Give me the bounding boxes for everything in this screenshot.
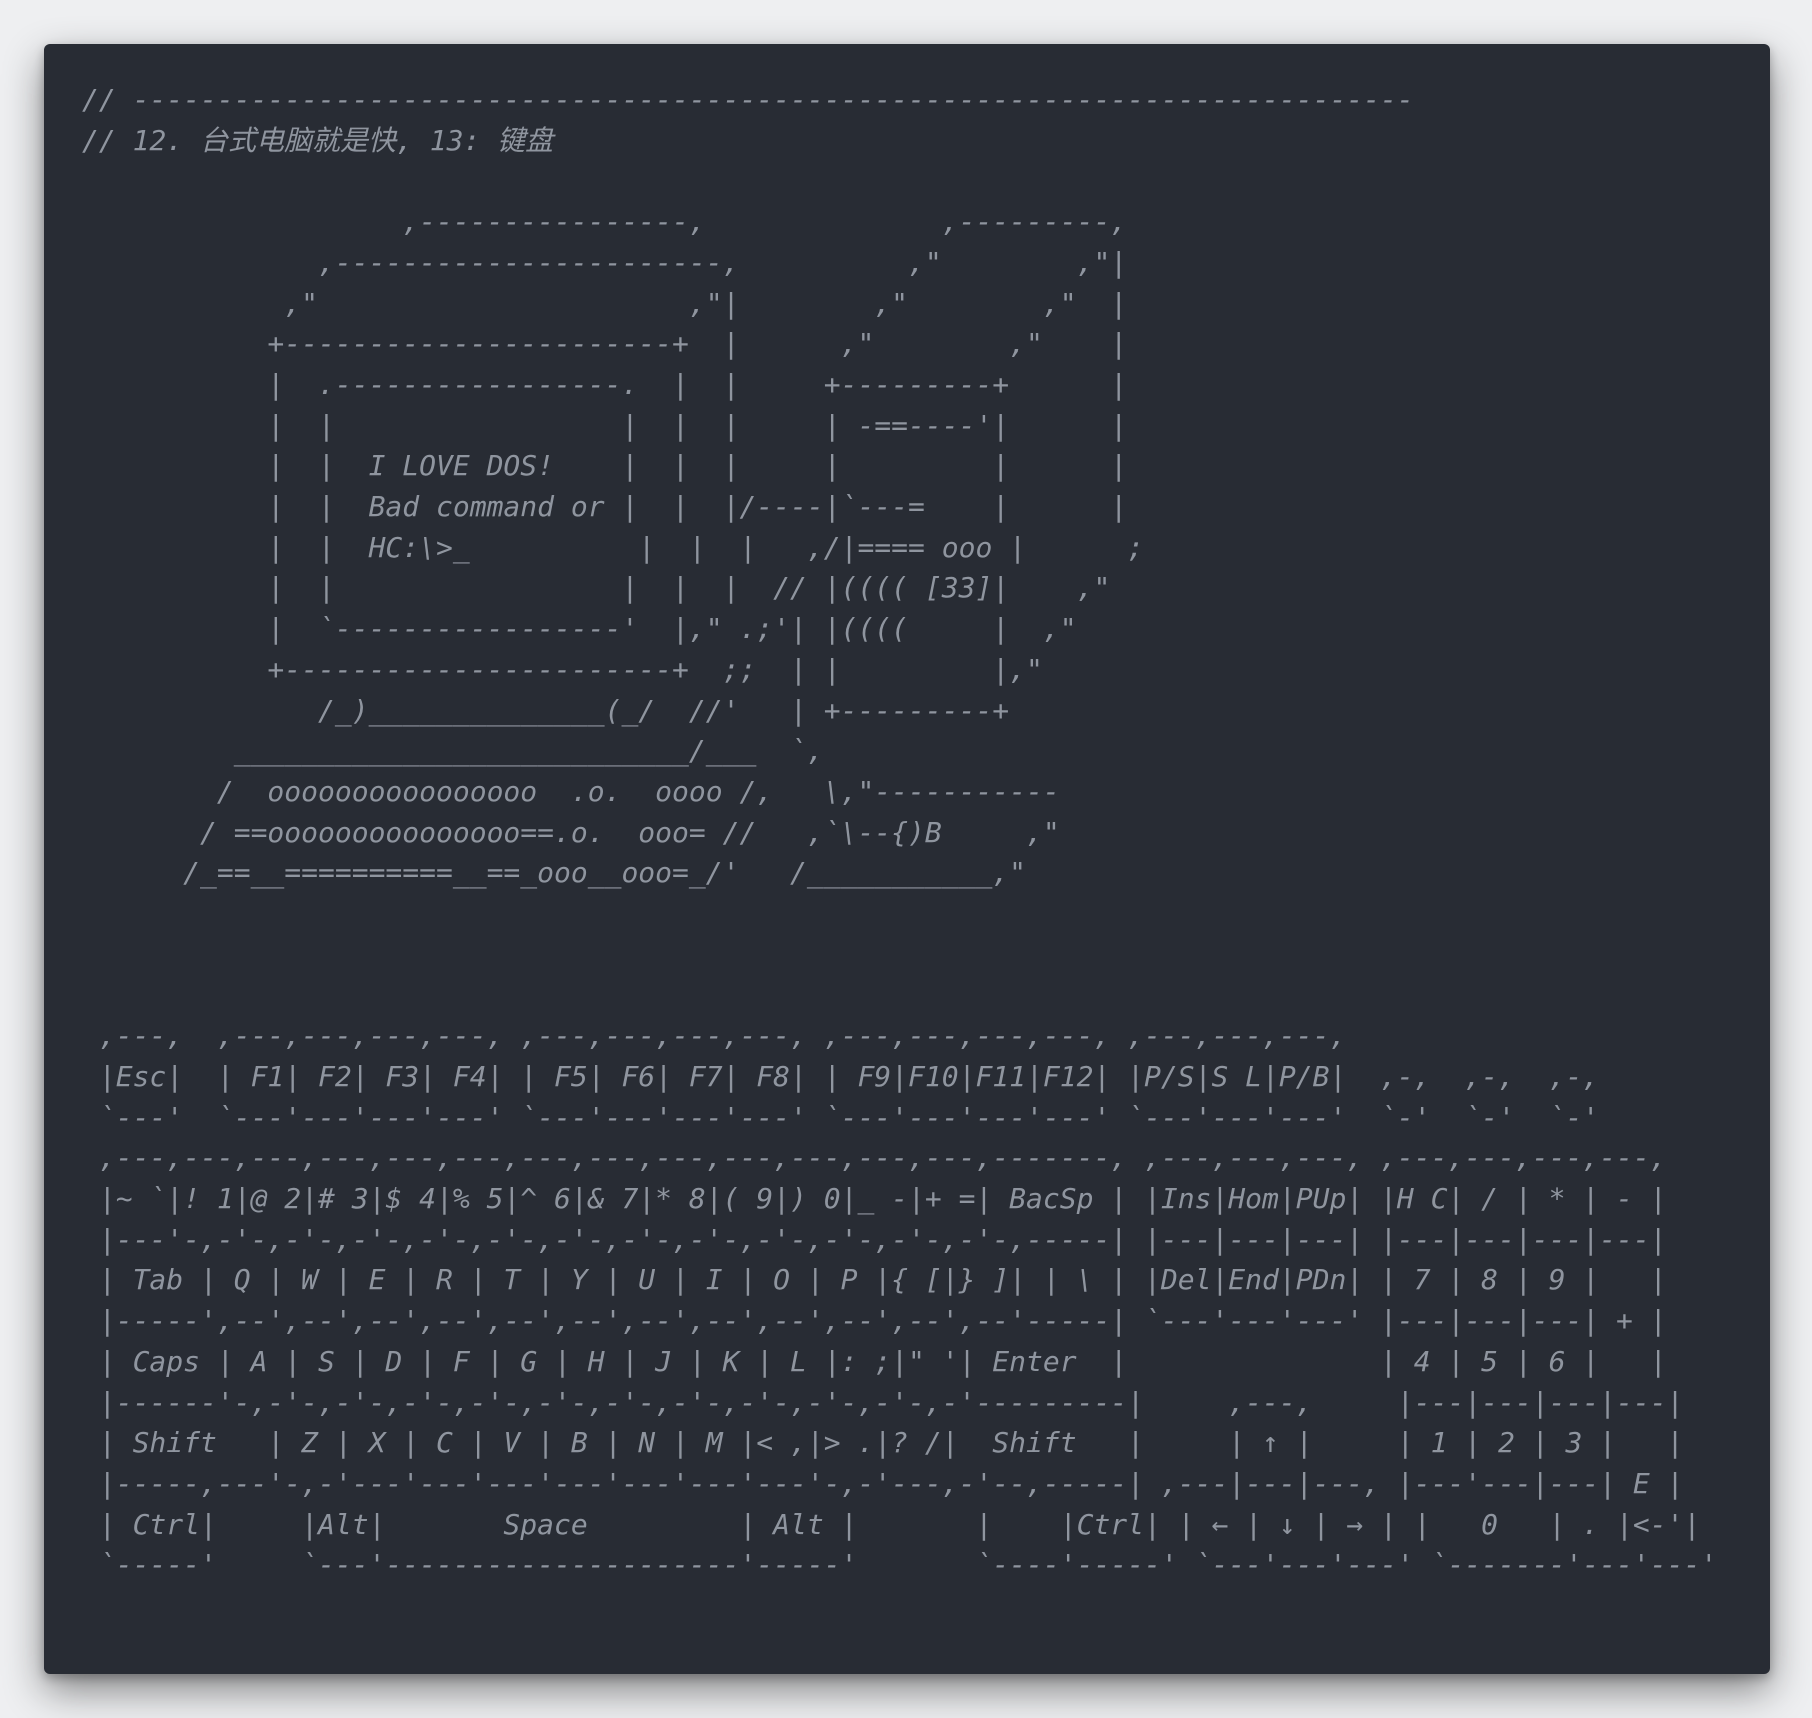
ascii-art-code-block: // -------------------------------------… [82,83,1718,1582]
screenshot-canvas: // -------------------------------------… [0,0,1812,1718]
code-editor-window: // -------------------------------------… [44,44,1770,1674]
